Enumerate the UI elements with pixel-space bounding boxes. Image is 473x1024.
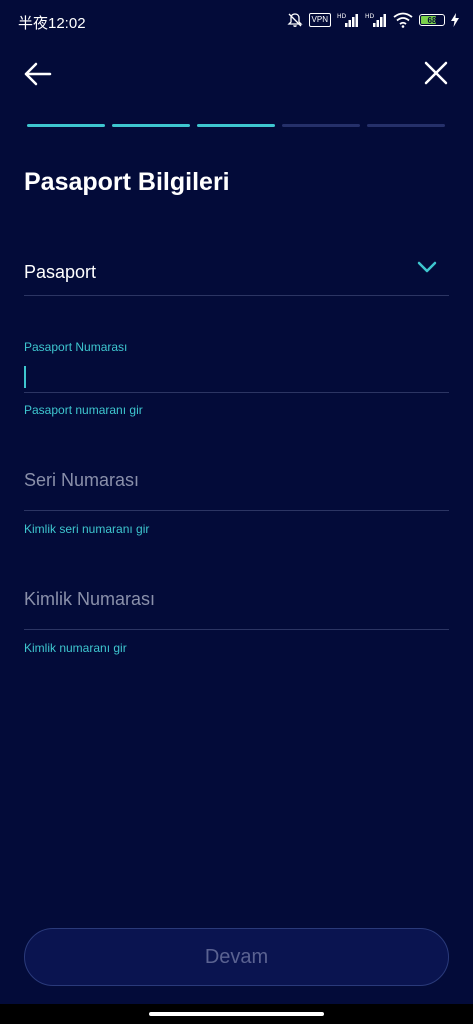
battery-icon: 68: [419, 14, 445, 26]
signal-icon-2: HD: [365, 13, 386, 27]
document-type-select[interactable]: Pasaport: [24, 250, 449, 296]
id-number-placeholder: Kimlik Numarası: [24, 589, 156, 609]
progress-step: [282, 124, 360, 127]
serial-number-helper: Kimlik seri numaranı gir: [24, 522, 150, 536]
page-title: Pasaport Bilgileri: [24, 168, 230, 196]
chevron-down-icon: [417, 261, 437, 273]
status-bar: 半夜12:02 VPN HD HD 68: [0, 0, 473, 42]
wifi-icon: [393, 12, 413, 28]
document-type-value: Pasaport: [24, 262, 97, 282]
svg-text:HD: HD: [365, 13, 375, 20]
serial-number-field: Seri Numarası Kimlik seri numaranı gir: [24, 470, 449, 540]
system-nav-bar: [0, 1004, 473, 1024]
text-caret: [24, 366, 26, 388]
passport-number-field: Pasaport Numarası Pasaport numaranı gir: [24, 340, 449, 420]
status-time: 半夜12:02: [18, 15, 86, 32]
continue-button[interactable]: Devam: [24, 928, 449, 986]
id-number-helper: Kimlik numaranı gir: [24, 641, 127, 655]
close-button[interactable]: [421, 58, 451, 88]
close-icon: [424, 61, 448, 85]
arrow-left-icon: [24, 62, 52, 86]
progress-step: [197, 124, 275, 127]
continue-button-label: Devam: [204, 945, 269, 968]
id-number-field: Kimlik Numarası Kimlik numaranı gir: [24, 589, 449, 659]
mute-bell-icon: [286, 13, 303, 27]
battery-level: 68: [427, 15, 437, 25]
svg-text:HD: HD: [337, 13, 347, 20]
home-indicator[interactable]: [149, 1012, 324, 1016]
back-button[interactable]: [22, 58, 54, 90]
status-icons: VPN HD HD 68: [286, 10, 459, 30]
passport-number-label: Pasaport Numarası: [24, 340, 128, 354]
vpn-badge: VPN: [308, 13, 331, 27]
serial-number-input[interactable]: Seri Numarası: [24, 470, 449, 511]
serial-number-placeholder: Seri Numarası: [24, 470, 140, 490]
charging-icon: [451, 13, 459, 27]
progress-step: [367, 124, 445, 127]
progress-stepper: [27, 124, 445, 128]
progress-step: [27, 124, 105, 127]
passport-number-helper: Pasaport numaranı gir: [24, 403, 143, 417]
passport-number-input[interactable]: [24, 360, 449, 393]
id-number-input[interactable]: Kimlik Numarası: [24, 589, 449, 630]
signal-icon: HD: [337, 13, 358, 27]
progress-step: [112, 124, 190, 127]
